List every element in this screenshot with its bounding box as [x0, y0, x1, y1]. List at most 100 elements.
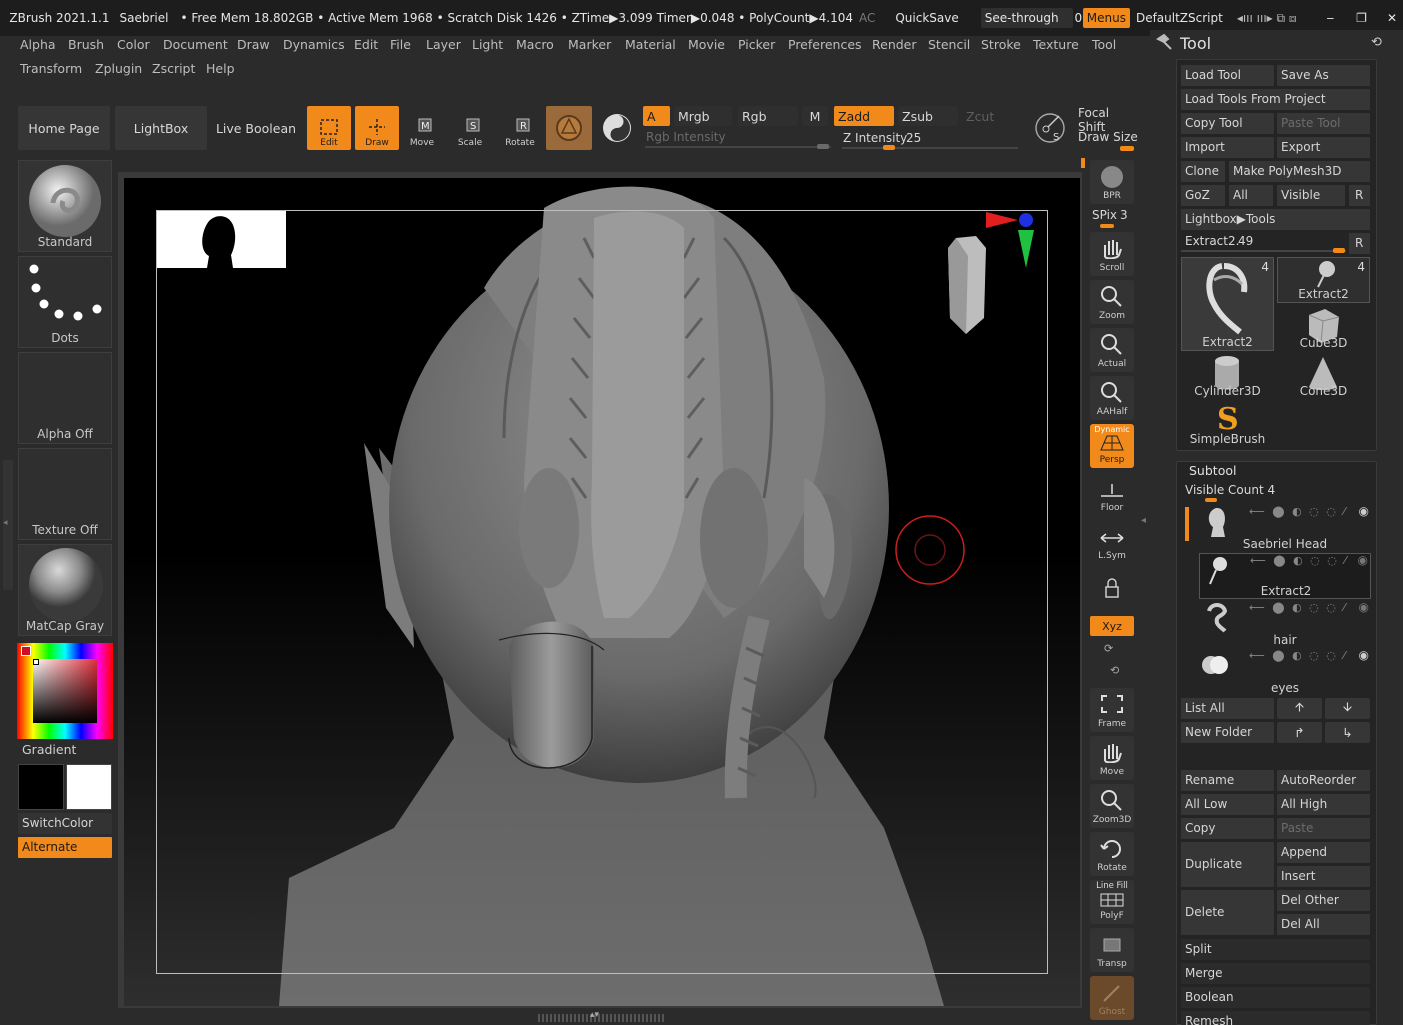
- eye-icon[interactable]: ◉: [1358, 553, 1368, 567]
- rotate-z-icon[interactable]: ⟲: [1110, 664, 1119, 677]
- paste-subtool-button[interactable]: Paste: [1277, 818, 1370, 839]
- restore-icon[interactable]: ❐: [1356, 11, 1367, 25]
- goz-button[interactable]: GoZ: [1181, 185, 1225, 206]
- menu-file[interactable]: File: [390, 36, 411, 54]
- viewport-canvas[interactable]: [124, 178, 1080, 1006]
- panel-reset-icon[interactable]: ⟲: [1371, 35, 1382, 50]
- list-all-button[interactable]: List All: [1181, 698, 1274, 719]
- copy-subtool-button[interactable]: Copy: [1181, 818, 1274, 839]
- spix-slider[interactable]: SPix 3: [1090, 206, 1134, 230]
- copy-tool-button[interactable]: Copy Tool: [1181, 113, 1274, 134]
- menu-layer[interactable]: Layer: [426, 36, 461, 54]
- draw-size-slider[interactable]: Draw Size: [1076, 130, 1140, 151]
- menu-alpha[interactable]: Alpha: [20, 36, 56, 54]
- clone-button[interactable]: Clone: [1181, 161, 1225, 182]
- ac-indicator[interactable]: AC: [859, 11, 875, 25]
- menu-stencil[interactable]: Stencil: [928, 36, 970, 54]
- subtool-visibility-icons[interactable]: ⟵ ⬤ ◐ ◌ ◌ ⁄: [1250, 554, 1348, 567]
- zcut-toggle[interactable]: Zcut: [962, 106, 1022, 126]
- scroll-button[interactable]: Scroll: [1090, 232, 1134, 276]
- eye-icon[interactable]: ◉: [1359, 600, 1369, 614]
- menu-stroke[interactable]: Stroke: [981, 36, 1021, 54]
- m-toggle[interactable]: M: [802, 106, 828, 126]
- color-picker[interactable]: [17, 643, 113, 739]
- move-mode-button[interactable]: M Move: [402, 106, 442, 150]
- boolean-section[interactable]: Boolean: [1181, 987, 1370, 1008]
- goz-visible-button[interactable]: Visible: [1277, 185, 1345, 206]
- load-tool-button[interactable]: Load Tool: [1181, 65, 1274, 86]
- menu-brush[interactable]: Brush: [68, 36, 104, 54]
- tool-thumb-cone3d[interactable]: Cone3D: [1277, 353, 1370, 399]
- polyf-button[interactable]: Line Fill PolyF: [1090, 880, 1134, 924]
- menu-material[interactable]: Material: [625, 36, 676, 54]
- persp-button[interactable]: Dynamic Persp: [1090, 424, 1134, 468]
- zoom-button[interactable]: Zoom: [1090, 280, 1134, 324]
- floor-button[interactable]: Floor: [1090, 472, 1134, 516]
- lsym-button[interactable]: L.Sym: [1090, 520, 1134, 564]
- remesh-section[interactable]: Remesh: [1181, 1011, 1370, 1025]
- tool-thumb-simplebrush[interactable]: S SimpleBrush: [1181, 401, 1274, 447]
- paste-tool-button[interactable]: Paste Tool: [1277, 113, 1370, 134]
- tool-slider-r-button[interactable]: R: [1349, 233, 1370, 254]
- navigation-gizmo[interactable]: [936, 208, 1046, 338]
- duplicate-button[interactable]: Duplicate: [1181, 842, 1274, 887]
- zoom3d-button[interactable]: Zoom3D: [1090, 784, 1134, 828]
- menu-color[interactable]: Color: [117, 36, 150, 54]
- alpha-selector[interactable]: Alpha Off: [18, 352, 112, 444]
- move-out-folder-button[interactable]: ↳: [1325, 722, 1370, 743]
- lightbox-button[interactable]: LightBox: [115, 106, 207, 150]
- silhouette-navigator[interactable]: [157, 211, 286, 268]
- menu-edit[interactable]: Edit: [354, 36, 378, 54]
- menu-transform[interactable]: Transform: [20, 60, 82, 78]
- z-intensity-slider[interactable]: Z Intensity 25: [840, 130, 1018, 150]
- rgb-toggle[interactable]: Rgb: [738, 106, 798, 126]
- frame-button[interactable]: Frame: [1090, 688, 1134, 732]
- bottom-tray-handle[interactable]: [538, 1014, 666, 1022]
- secondary-color-swatch[interactable]: [66, 764, 112, 810]
- live-boolean-button[interactable]: Live Boolean: [210, 106, 302, 150]
- menu-document[interactable]: Document: [163, 36, 228, 54]
- tray-arrow-right-icon[interactable]: ◂: [1141, 515, 1146, 526]
- subtool-item-hair[interactable]: ⟵ ⬤ ◐ ◌ ◌ ⁄ ◉ hair: [1199, 600, 1371, 647]
- autoreorder-button[interactable]: AutoReorder: [1277, 770, 1370, 791]
- rotate-y-icon[interactable]: ⟳: [1104, 642, 1113, 655]
- switchcolor-button[interactable]: SwitchColor: [18, 813, 112, 834]
- move-down-button[interactable]: 🡫: [1325, 698, 1370, 719]
- rotate-view-button[interactable]: Rotate: [1090, 832, 1134, 876]
- make-polymesh3d-button[interactable]: Make PolyMesh3D: [1229, 161, 1370, 182]
- eye-icon[interactable]: ◉: [1359, 504, 1369, 518]
- menu-render[interactable]: Render: [872, 36, 917, 54]
- transp-button[interactable]: Transp: [1090, 928, 1134, 972]
- rename-button[interactable]: Rename: [1181, 770, 1274, 791]
- xyz-button[interactable]: Xyz: [1090, 616, 1134, 636]
- quicksave-button[interactable]: QuickSave: [895, 11, 958, 25]
- subtool-scrollbar[interactable]: [1185, 507, 1189, 541]
- zsub-toggle[interactable]: Zsub: [898, 106, 958, 126]
- delete-button[interactable]: Delete: [1181, 890, 1274, 935]
- all-low-button[interactable]: All Low: [1181, 794, 1274, 815]
- scale-mode-button[interactable]: S Scale: [450, 106, 490, 150]
- move-into-folder-button[interactable]: ↱: [1277, 722, 1322, 743]
- del-other-button[interactable]: Del Other: [1277, 890, 1370, 911]
- del-all-button[interactable]: Del All: [1277, 914, 1370, 935]
- save-as-button[interactable]: Save As: [1277, 65, 1370, 86]
- a-toggle[interactable]: A: [643, 106, 670, 126]
- tool-thumb-extract2-main[interactable]: 4 Extract2: [1181, 257, 1274, 351]
- new-folder-button[interactable]: New Folder: [1181, 722, 1274, 743]
- menu-dynamics[interactable]: Dynamics: [283, 36, 345, 54]
- import-button[interactable]: Import: [1181, 137, 1274, 158]
- stroke-selector[interactable]: Dots: [18, 256, 112, 348]
- edit-mode-button[interactable]: Edit: [307, 106, 351, 150]
- move-up-button[interactable]: 🡩: [1277, 698, 1322, 719]
- menu-light[interactable]: Light: [472, 36, 503, 54]
- bpr-button[interactable]: BPR: [1090, 160, 1134, 204]
- split-section[interactable]: Split: [1181, 939, 1370, 960]
- focal-shift-slider[interactable]: Focal Shift: [1076, 106, 1140, 134]
- ghost-button[interactable]: Ghost: [1090, 976, 1134, 1020]
- see-through-slider[interactable]: See-through 0: [980, 8, 1082, 28]
- texture-selector[interactable]: Texture Off: [18, 448, 112, 540]
- material-selector[interactable]: MatCap Gray: [18, 544, 112, 636]
- merge-section[interactable]: Merge: [1181, 963, 1370, 984]
- gradient-label[interactable]: Gradient: [22, 742, 76, 757]
- current-tool-slider[interactable]: Extract2. 49: [1181, 233, 1346, 254]
